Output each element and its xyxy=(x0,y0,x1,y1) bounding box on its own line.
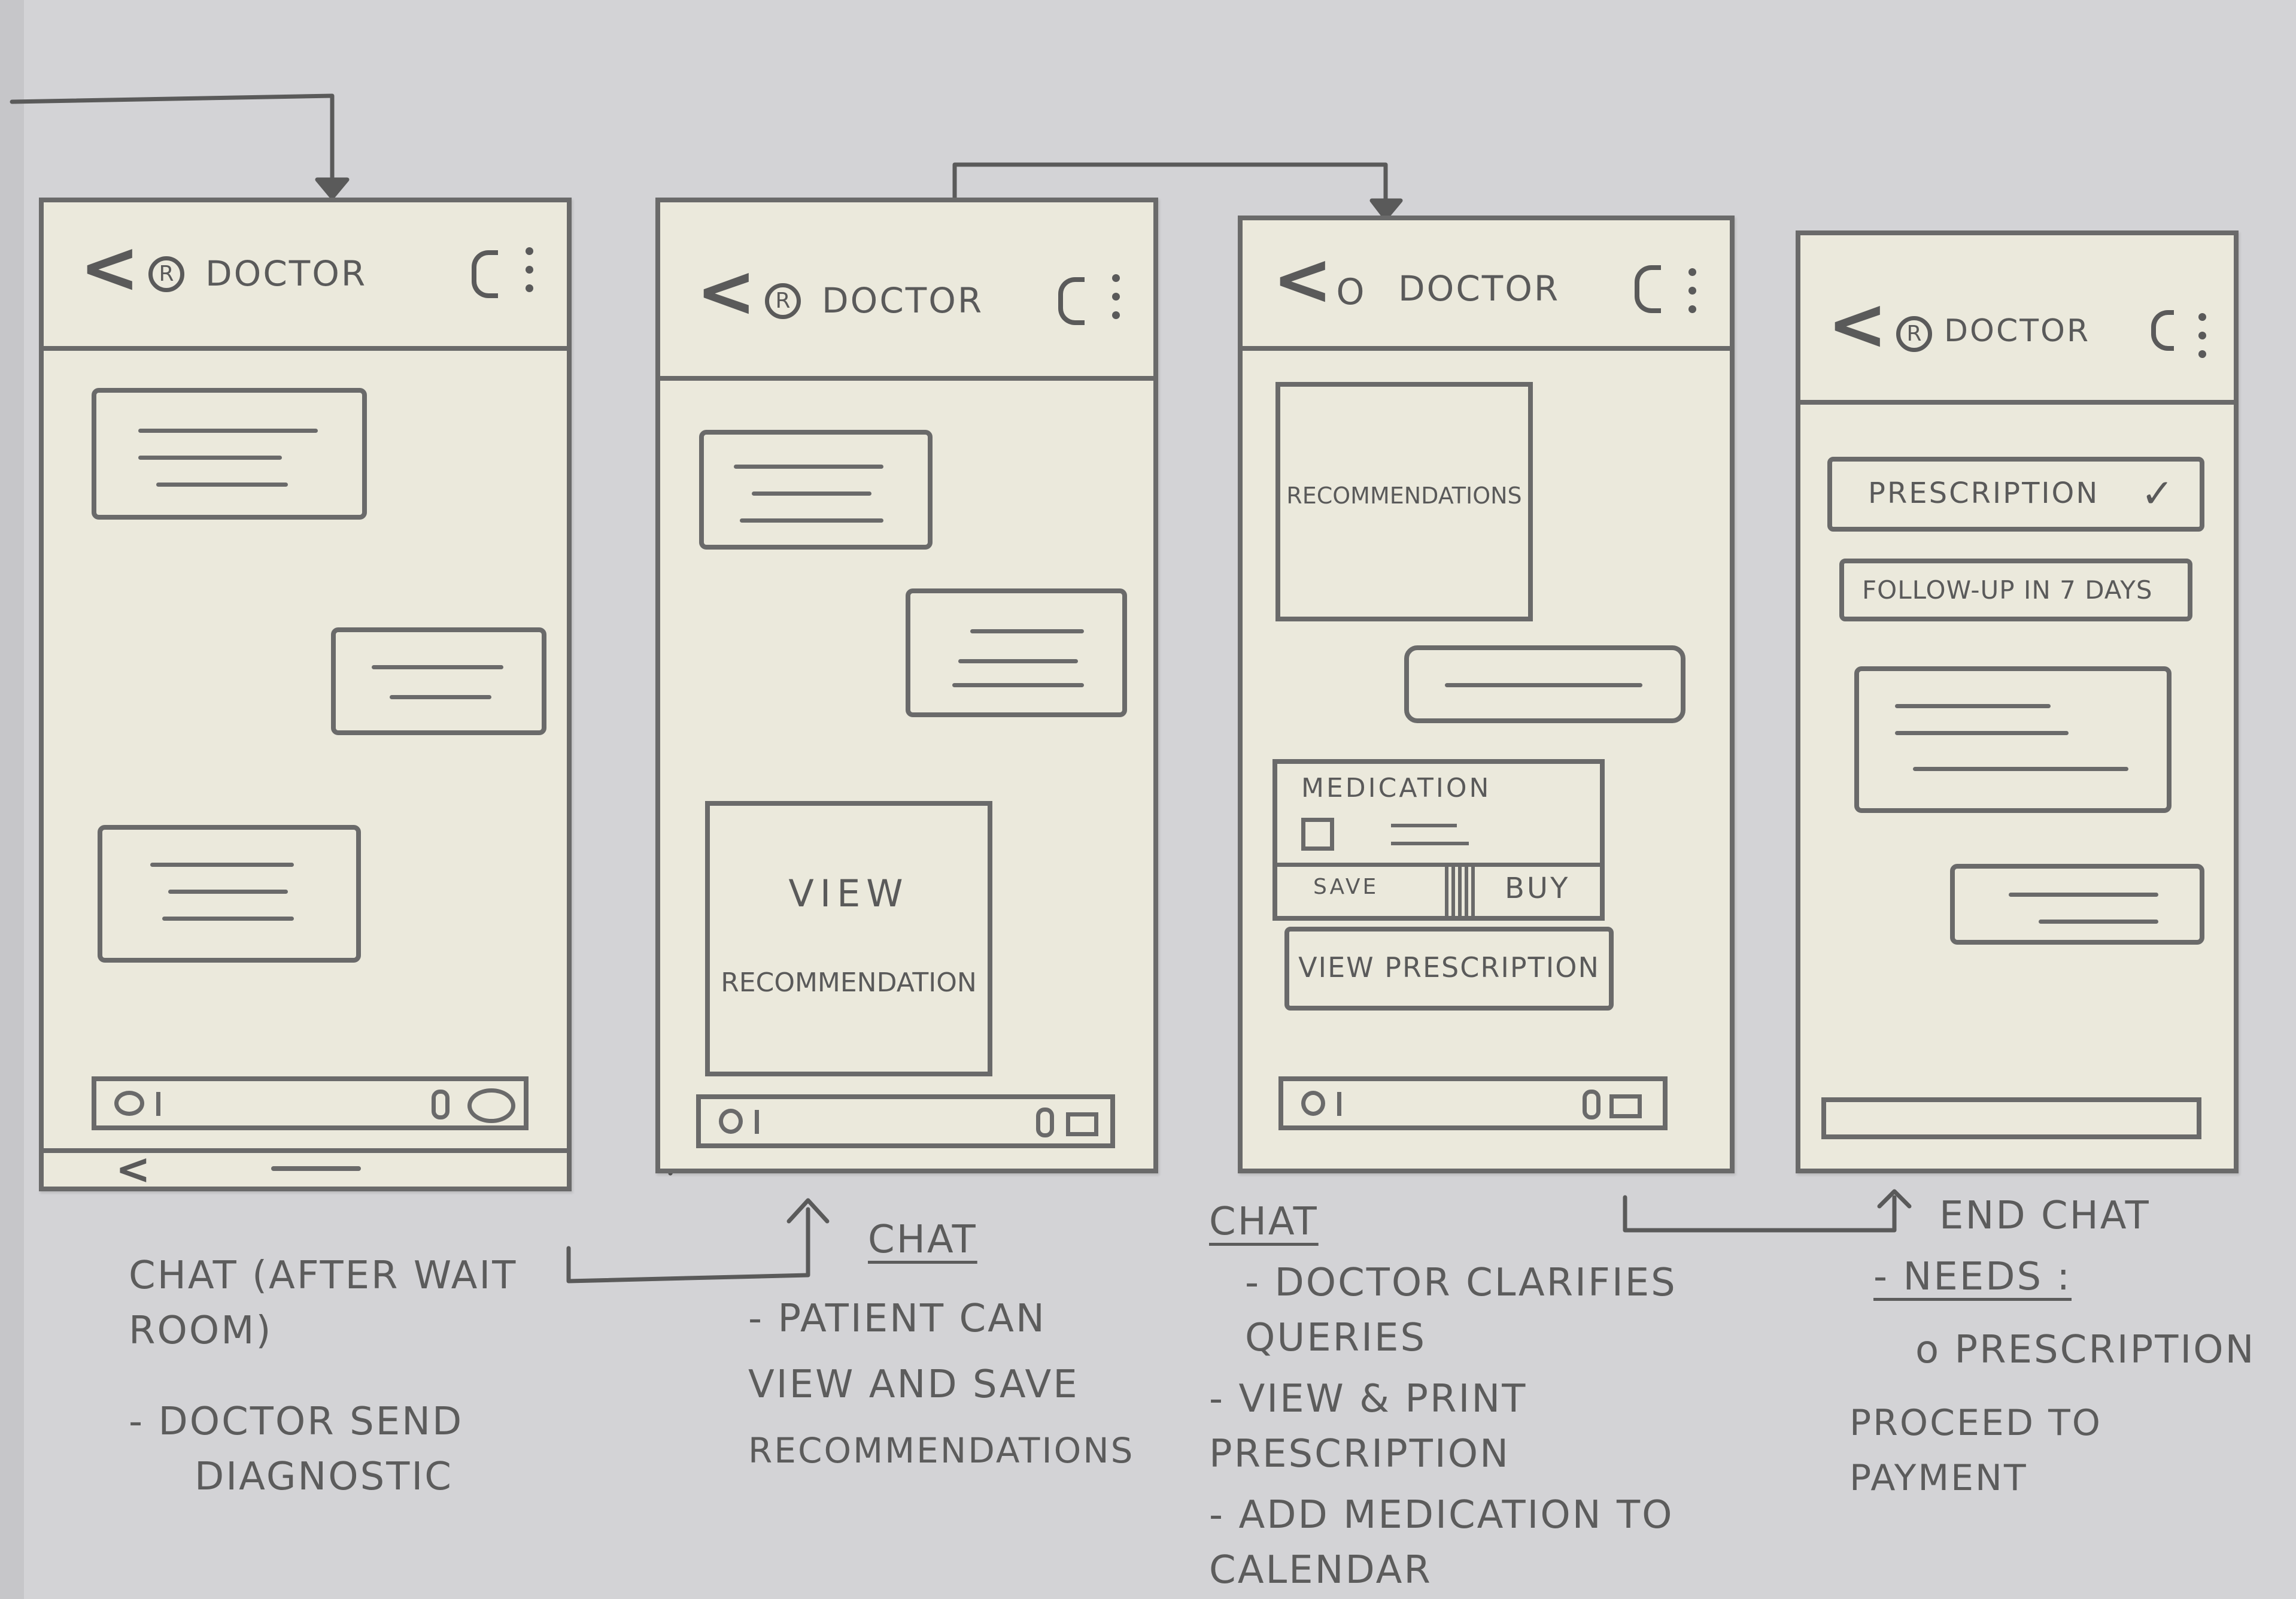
doctor-avatar-icon: R xyxy=(148,256,184,292)
send-icon[interactable] xyxy=(1066,1112,1098,1136)
follow-up-label: FOLLOW-UP IN 7 DAYS xyxy=(1862,575,2153,605)
chat-header: < R DOCTOR xyxy=(44,202,567,351)
caption-title: CHAT (AFTER WAIT ROOM) xyxy=(129,1254,518,1353)
emoji-icon[interactable] xyxy=(719,1109,743,1134)
more-options-icon[interactable] xyxy=(526,247,534,303)
message-bubble-doctor xyxy=(1854,666,2172,813)
text-cursor xyxy=(1337,1092,1341,1116)
phone-call-icon[interactable] xyxy=(1635,265,1661,313)
prescription-label: PRESCRIPTION xyxy=(1868,477,2100,510)
phone-call-icon[interactable] xyxy=(472,250,498,298)
nav-home-pill[interactable] xyxy=(271,1166,361,1171)
message-bubble-patient xyxy=(1404,645,1685,723)
message-input-bar[interactable] xyxy=(92,1076,529,1130)
message-bubble-patient xyxy=(331,627,546,735)
follow-up-chip[interactable]: FOLLOW-UP IN 7 DAYS xyxy=(1839,559,2192,621)
phone-screen-3: < O DOCTOR RECOMMENDATIONS MEDICATION SA… xyxy=(1238,216,1735,1173)
more-options-icon[interactable] xyxy=(1688,268,1697,324)
caption-title: CHAT xyxy=(1209,1200,1319,1244)
send-icon[interactable] xyxy=(1609,1094,1642,1118)
caption-line: PRESCRIPTION xyxy=(1209,1432,1510,1476)
phone-screen-4: < R DOCTOR PRESCRIPTION ✓ FOLLOW-UP IN 7… xyxy=(1796,230,2239,1173)
doctor-avatar-icon: O xyxy=(1336,271,1365,313)
medication-image-icon xyxy=(1301,818,1334,851)
caption-line: PROCEED TO PAYMENT xyxy=(1849,1402,2102,1499)
caption-screen-4: END CHAT - NEEDS : o PRESCRIPTION PROCEE… xyxy=(1849,1188,2292,1506)
caption-line: - VIEW & PRINT xyxy=(1209,1377,1527,1421)
doctor-avatar-icon: R xyxy=(765,283,801,319)
phone-screen-2: < R DOCTOR VIEW RECOMMENDATION xyxy=(655,198,1158,1173)
attach-icon[interactable] xyxy=(1583,1090,1600,1119)
medication-detail-line xyxy=(1391,842,1469,845)
nav-back-icon[interactable]: < xyxy=(116,1148,151,1190)
chat-title: DOCTOR xyxy=(1398,268,1560,309)
back-arrow-icon[interactable]: < xyxy=(80,232,140,304)
caption-line: CALENDAR xyxy=(1209,1548,1432,1592)
card-label-recommendations: RECOMMENDATIONS xyxy=(1286,483,1522,509)
medication-card: MEDICATION SAVE BUY xyxy=(1272,759,1605,921)
message-bubble-patient xyxy=(906,588,1127,717)
chat-title: DOCTOR xyxy=(205,253,368,294)
text-cursor xyxy=(156,1092,160,1116)
caption-title: END CHAT xyxy=(1939,1194,2151,1238)
card-label-view: VIEW xyxy=(788,872,909,915)
back-arrow-icon[interactable]: < xyxy=(1272,244,1333,316)
check-icon: ✓ xyxy=(2140,471,2176,517)
chat-header: < R DOCTOR xyxy=(660,202,1153,381)
prescription-status-chip[interactable]: PRESCRIPTION ✓ xyxy=(1827,457,2204,532)
attach-icon[interactable] xyxy=(432,1090,450,1119)
attach-icon[interactable] xyxy=(1036,1108,1054,1137)
phone-call-icon[interactable] xyxy=(2151,310,2174,351)
message-input-bar[interactable] xyxy=(696,1094,1115,1148)
arrow-entry-head xyxy=(315,177,350,200)
phone-screen-1: < R DOCTOR < xyxy=(39,198,572,1191)
doctor-avatar-icon: R xyxy=(1896,316,1932,352)
phone-call-icon[interactable] xyxy=(1058,277,1085,325)
caption-line: RECOMMENDATIONS xyxy=(748,1430,1135,1471)
emoji-icon[interactable] xyxy=(114,1091,144,1116)
message-bubble-doctor xyxy=(92,388,367,520)
caption-screen-2: CHAT - PATIENT CAN VIEW AND SAVE RECOMME… xyxy=(748,1212,1203,1478)
caption-line: - NEEDS : xyxy=(1873,1255,2072,1299)
recommendations-card[interactable]: RECOMMENDATIONS xyxy=(1275,382,1533,621)
text-cursor xyxy=(755,1110,759,1134)
caption-line: - DOCTOR SEND xyxy=(129,1400,464,1444)
caption-screen-3: CHAT - DOCTOR CLARIFIES QUERIES - VIEW &… xyxy=(1209,1194,1748,1598)
caption-line: VIEW AND SAVE xyxy=(748,1363,1079,1407)
view-recommendation-card[interactable]: VIEW RECOMMENDATION xyxy=(705,801,992,1076)
view-prescription-button[interactable]: VIEW PRESCRIPTION xyxy=(1284,927,1614,1011)
message-input-bar[interactable] xyxy=(1278,1076,1668,1130)
more-options-icon[interactable] xyxy=(2198,313,2207,369)
chat-header: < O DOCTOR xyxy=(1243,220,1730,351)
medication-actions-divider xyxy=(1277,863,1600,867)
card-label-recommendation: RECOMMENDATION xyxy=(721,967,977,998)
caption-screen-1: CHAT (AFTER WAIT ROOM) - DOCTOR SEND DIA… xyxy=(129,1248,560,1504)
mic-icon[interactable] xyxy=(467,1088,515,1123)
message-input-bar[interactable] xyxy=(1821,1097,2201,1139)
more-options-icon[interactable] xyxy=(1112,274,1120,330)
chat-title: DOCTOR xyxy=(822,280,984,321)
caption-line: - DOCTOR CLARIFIES xyxy=(1245,1261,1677,1305)
medication-title: MEDICATION xyxy=(1301,773,1492,803)
chat-header: < R DOCTOR xyxy=(1800,235,2234,405)
caption-line: DIAGNOSTIC xyxy=(195,1455,453,1499)
emoji-icon[interactable] xyxy=(1301,1091,1325,1116)
back-arrow-icon[interactable]: < xyxy=(696,256,757,328)
message-bubble-doctor xyxy=(98,825,361,963)
caption-line: o PRESCRIPTION xyxy=(1915,1328,2256,1372)
message-bubble-patient xyxy=(1950,864,2204,945)
caption-title: CHAT xyxy=(868,1218,977,1262)
chat-title: DOCTOR xyxy=(1944,313,2091,349)
caption-line: QUERIES xyxy=(1245,1316,1427,1360)
caption-line: - PATIENT CAN xyxy=(748,1297,1046,1341)
save-medication-button[interactable]: SAVE xyxy=(1313,875,1378,899)
caption-line: - ADD MEDICATION TO xyxy=(1209,1493,1674,1537)
message-bubble-doctor xyxy=(699,430,933,550)
arrow-entry xyxy=(10,93,335,194)
buy-medication-button[interactable]: BUY xyxy=(1505,872,1570,905)
actions-separator xyxy=(1445,867,1475,916)
back-arrow-icon[interactable]: < xyxy=(1827,289,1888,361)
medication-detail-line xyxy=(1391,824,1457,827)
